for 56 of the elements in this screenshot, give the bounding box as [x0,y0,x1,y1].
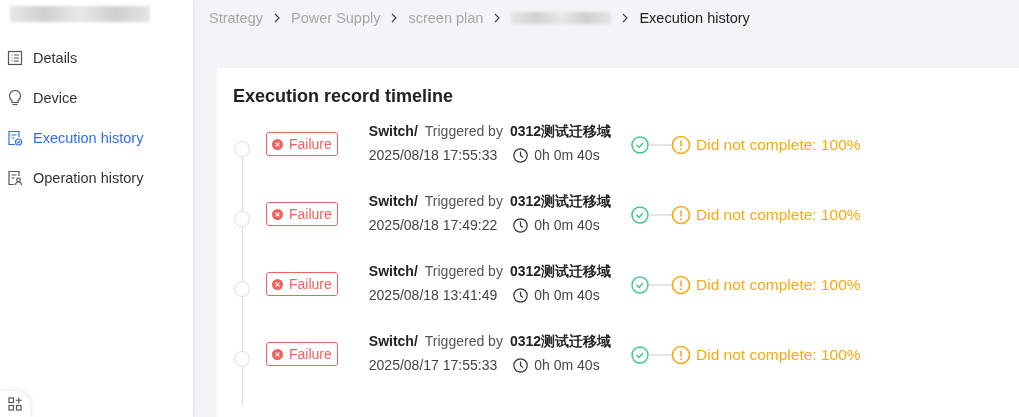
action-name: Switch/ [368,193,418,209]
chevron-right-icon [390,12,399,24]
result-text: Did not complete: 100% [696,206,861,224]
status-badge: Failure [266,202,338,226]
sidebar-item[interactable]: Operation history [0,158,193,198]
sidebar-item[interactable]: Device [0,78,193,118]
progress-steps-drawing [631,275,692,295]
timestamp: 2025/08/18 13:41:49 [368,287,498,303]
duration: 0h 0m 40s [534,217,600,233]
duration: 0h 0m 40s [534,147,600,163]
error-icon [272,208,283,220]
clock-icon [513,217,529,233]
clock-icon [513,357,529,373]
duration: 0h 0m 40s [534,357,600,373]
sidebar-item[interactable]: Execution history [0,118,193,158]
result-text: Did not complete: 100% [696,136,861,154]
timestamp: 2025/08/18 17:49:22 [368,217,498,233]
trigger-label: Triggered by [424,193,503,209]
trigger-name: 0312测试迁移域 [509,123,612,141]
action-name: Switch/ [368,333,418,349]
apps-button[interactable] [0,391,30,417]
document-check-icon [7,130,23,146]
trigger-name: 0312测试迁移域 [509,333,612,351]
chevron-right-icon [621,12,630,24]
clock-icon [513,287,529,303]
action-name: Switch/ [368,123,418,139]
trigger-name: 0312测试迁移域 [509,193,612,211]
sidebar-item[interactable]: Details [0,38,193,78]
trigger-name: 0312测试迁移域 [509,263,612,281]
progress-steps-drawing [631,205,692,225]
progress-steps-drawing [631,345,692,365]
error-icon [272,138,283,150]
action-name: Switch/ [368,263,418,279]
status-badge: Failure [266,272,338,296]
section-title: Execution record timeline [233,86,455,107]
trigger-label: Triggered by [424,333,503,349]
trigger-label: Triggered by [424,123,503,139]
timestamp: 2025/08/17 17:55:33 [368,357,498,373]
document-person-icon [7,170,23,186]
status-badge: Failure [266,132,338,156]
progress-steps-drawing [631,135,692,155]
breadcrumb-current: Execution history [639,10,750,26]
timestamp: 2025/08/18 17:55:33 [368,147,498,163]
list-icon [7,50,23,66]
error-icon [272,348,283,360]
result-text: Did not complete: 100% [696,276,861,294]
lightbulb-icon [7,90,23,106]
error-icon [272,278,283,290]
clock-icon [513,147,529,163]
apps-icon [8,397,22,411]
chevron-right-icon [493,12,502,24]
status-badge: Failure [266,342,338,366]
result-text: Did not complete: 100% [696,346,861,364]
trigger-label: Triggered by [424,263,503,279]
duration: 0h 0m 40s [534,287,600,303]
chevron-right-icon [273,12,281,24]
